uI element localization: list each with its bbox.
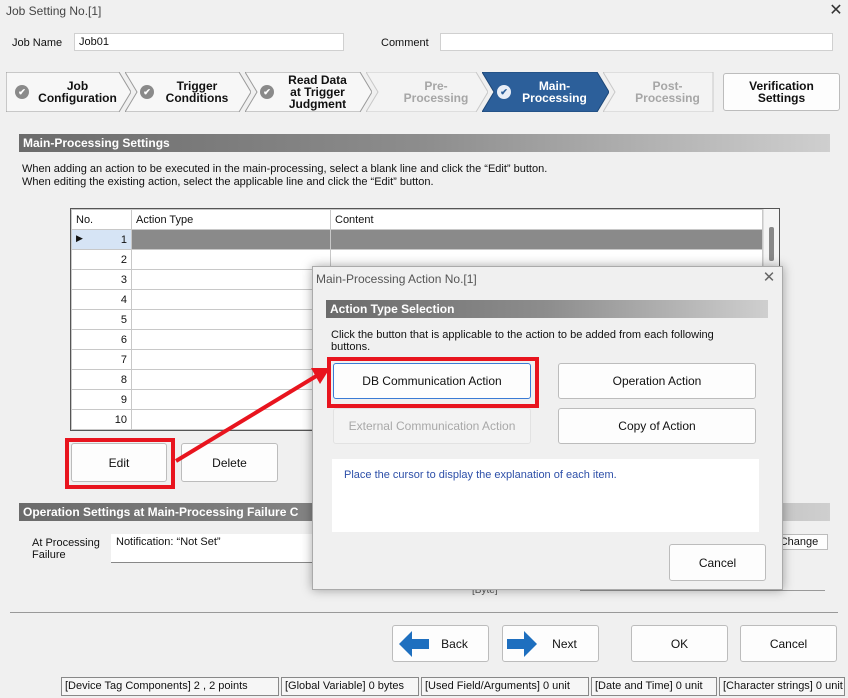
annotation-arrow <box>174 368 330 463</box>
